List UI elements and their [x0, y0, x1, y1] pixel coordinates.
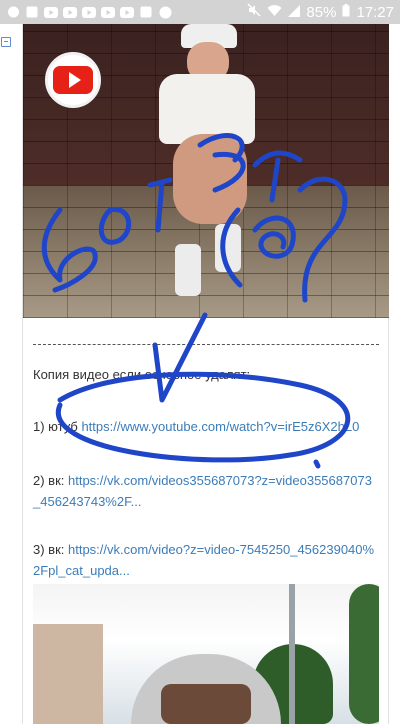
battery-percent: 85%: [306, 3, 337, 21]
mute-icon: [247, 3, 261, 21]
page-content: Копия видео если основное удалят: 1) юту…: [0, 24, 400, 724]
left-edge: [0, 24, 22, 711]
expand-icon[interactable]: [1, 37, 11, 47]
link-line-3: 3) вк: https://vk.com/video?z=video-7545…: [33, 539, 379, 581]
clock: 17:27: [356, 3, 394, 21]
youtube-play-icon: [53, 66, 93, 94]
intro-text: Копия видео если основное удалят:: [33, 367, 251, 382]
youtube-icon: [120, 5, 134, 19]
post-card: Копия видео если основное удалят: 1) юту…: [22, 24, 389, 724]
divider: [33, 344, 379, 345]
second-photo[interactable]: [33, 584, 379, 724]
youtube-badge[interactable]: [45, 52, 101, 108]
vk-link-2[interactable]: https://vk.com/video?z=video-7545250_456…: [33, 542, 374, 578]
wifi-icon: [267, 4, 282, 21]
signal-icon: [288, 4, 301, 21]
messenger-icon: [6, 5, 20, 19]
photo-icon: [139, 5, 153, 19]
link-3-prefix: 3) вк:: [33, 542, 68, 557]
youtube-icon: [44, 5, 58, 19]
youtube-icon: [82, 5, 96, 19]
youtube-icon: [63, 5, 77, 19]
photo-icon: [25, 5, 39, 19]
link-line-1: 1) ютуб https://www.youtube.com/watch?v=…: [33, 416, 379, 437]
youtube-icon: [101, 5, 115, 19]
vk-link-1[interactable]: https://vk.com/videos355687073?z=video35…: [33, 473, 372, 509]
status-bar: 85% 17:27: [0, 0, 400, 24]
system-status: 85% 17:27: [247, 3, 394, 21]
link-1-prefix: 1) ютуб: [33, 419, 82, 434]
thumbnail-person: [151, 24, 271, 304]
link-2-prefix: 2) вк:: [33, 473, 68, 488]
notification-icons: [6, 5, 172, 19]
battery-icon: [342, 3, 350, 21]
video-thumbnail[interactable]: [23, 24, 389, 318]
link-line-2: 2) вк: https://vk.com/videos355687073?z=…: [33, 470, 379, 512]
youtube-link[interactable]: https://www.youtube.com/watch?v=irE5z6X2…: [81, 419, 359, 434]
viber-icon: [158, 5, 172, 19]
